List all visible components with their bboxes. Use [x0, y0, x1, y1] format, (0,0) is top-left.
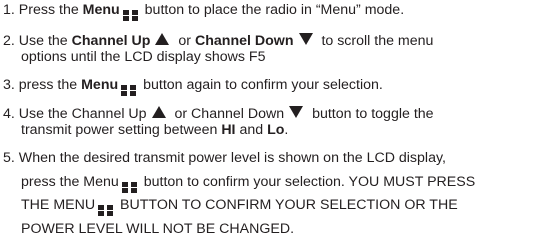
power-lo-label: Lo	[267, 121, 285, 138]
step-text: press the Menu	[21, 173, 119, 190]
channel-down-label: Channel Down	[194, 33, 294, 49]
step-text: Press the	[18, 2, 83, 18]
step-text: button to toggle the	[308, 106, 434, 122]
instruction-list: 1. Press the Menu button to place the ra…	[0, 0, 538, 247]
channel-up-label: Channel Up	[71, 33, 151, 49]
instruction-step-1: 1. Press the Menu button to place the ra…	[3, 2, 532, 21]
instruction-step-4: 4. Use the Channel Up or Channel Down bu…	[3, 106, 532, 138]
step-text: button again to confirm your selection.	[139, 77, 383, 93]
step-text: THE MENU	[21, 197, 96, 213]
step-text: BUTTON TO CONFIRM YOUR SELECTION OR THE	[116, 197, 458, 213]
step-line: 1. Press the Menu button to place the ra…	[3, 2, 532, 21]
menu-label: Menu	[82, 2, 120, 18]
step-line: 2. Use the Channel Up or Channel Down to…	[3, 33, 532, 50]
step-text: Use the Channel Up	[18, 106, 147, 122]
step-line: THE MENU BUTTON TO CONFIRM YOUR SELECTIO…	[3, 194, 532, 218]
step-text: button to place the radio in “Menu” mode…	[140, 2, 405, 18]
menu-button-icon	[121, 85, 137, 96]
step-text: button to confirm your selection. YOU MU…	[139, 173, 476, 190]
step-text: to scroll the menu	[317, 33, 434, 49]
channel-down-triangle-icon	[289, 106, 304, 118]
step-text: .	[284, 121, 289, 138]
instruction-step-2: 2. Use the Channel Up or Channel Down to…	[3, 33, 532, 65]
step-line: press the Menu button to confirm your se…	[3, 171, 532, 195]
step-line: transmit power setting between HI and Lo…	[3, 121, 532, 139]
step-line: 3. press the Menu button again to confir…	[3, 77, 532, 96]
step-text: or	[174, 33, 195, 49]
step-number: 1.	[3, 2, 15, 18]
step-number: 5.	[3, 150, 15, 166]
channel-down-triangle-icon	[298, 33, 313, 45]
menu-button-icon	[98, 205, 114, 216]
step-text: Use the	[18, 33, 72, 49]
step-number: 3.	[3, 77, 15, 93]
channel-up-triangle-icon	[151, 106, 166, 118]
channel-up-triangle-icon	[155, 33, 170, 45]
step-number: 4.	[3, 106, 15, 122]
step-line: options until the LCD display shows F5	[21, 48, 266, 65]
step-text: transmit power setting between	[21, 121, 222, 138]
instruction-step-3: 3. press the Menu button again to confir…	[3, 77, 532, 96]
instruction-step-5: 5. When the desired transmit power level…	[3, 147, 532, 241]
step-text: or Channel Down	[170, 106, 285, 122]
step-text: and	[235, 121, 268, 138]
step-text: When the desired transmit power level is…	[18, 150, 446, 166]
menu-button-icon	[122, 10, 138, 21]
step-line: POWER LEVEL WILL NOT BE CHANGED.	[21, 220, 295, 237]
step-line: 5. When the desired transmit power level…	[3, 147, 532, 171]
step-line: 4. Use the Channel Up or Channel Down bu…	[3, 106, 532, 123]
step-text: press the	[18, 77, 82, 93]
step-number: 2.	[3, 33, 15, 49]
power-hi-label: HI	[221, 121, 236, 138]
menu-label: Menu	[81, 77, 119, 93]
menu-button-icon	[121, 181, 137, 193]
